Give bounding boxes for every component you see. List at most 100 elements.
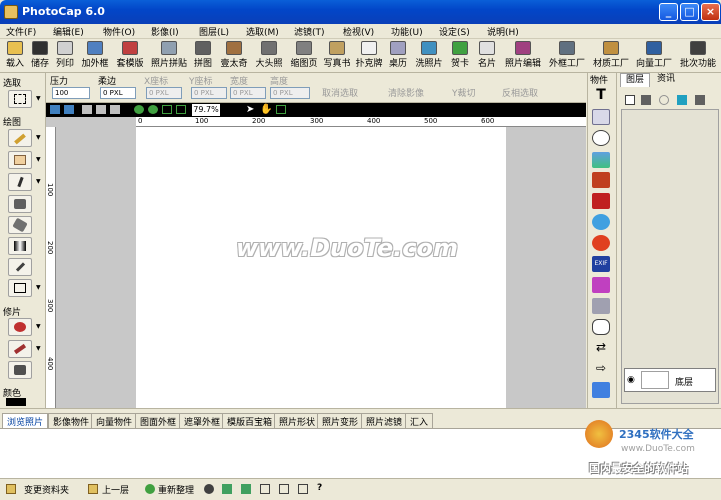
star-icon[interactable] [592,382,610,398]
close-button[interactable]: × [701,3,720,21]
tab-browse-photos[interactable]: 浏览照片 [2,413,49,428]
tab-photo-filters[interactable]: 照片滤镜 [361,413,408,428]
decoration-icon[interactable] [592,193,610,209]
photo-book-button[interactable]: 写真书 [320,39,354,73]
exif-icon[interactable]: EXIF [592,256,610,272]
canvas-paper[interactable] [136,127,506,408]
zoom-out-icon[interactable] [148,105,158,114]
menu-edit[interactable]: 编辑(E) [53,25,84,38]
new-layer-icon[interactable] [625,95,635,105]
chevron-down-icon[interactable]: ▼ [36,284,41,291]
arrow-right-icon[interactable]: ⇨ [592,361,610,377]
zoom-level[interactable]: 79.7% [192,104,220,116]
x-coord-input[interactable]: 0 PXL [146,87,182,99]
help-icon[interactable]: ? [317,483,322,493]
gradient-tool[interactable] [8,237,32,255]
lock-icon[interactable] [659,95,669,105]
magnifier-icon[interactable] [592,214,610,230]
crosshair-icon[interactable] [276,105,286,114]
photo-frame-icon[interactable] [592,172,610,188]
frame-factory-button[interactable]: 外框工厂 [546,39,588,73]
tab-frame-borders[interactable]: 图面外框 [135,413,182,428]
tab-photo-warp[interactable]: 照片变形 [317,413,364,428]
fit-window-icon[interactable] [162,105,172,114]
camera-icon[interactable] [204,484,214,494]
tab-image-objects[interactable]: 影像物件 [48,413,95,428]
clone-tool[interactable] [8,361,32,379]
maximize-button[interactable]: □ [680,3,699,21]
vector-factory-button[interactable]: 向量工厂 [633,39,675,73]
brush-tool[interactable] [8,173,32,191]
pressure-input[interactable]: 100 [52,87,90,99]
puzzle-button[interactable]: 拼图 [191,39,215,73]
refresh-button[interactable]: 重新整理 [158,483,194,496]
red-eye-tool[interactable] [8,318,32,336]
actual-size-icon[interactable] [176,105,186,114]
stamp-tool[interactable] [8,195,32,213]
sort-desc-icon[interactable] [241,484,251,494]
calendar-button[interactable]: 桌历 [386,39,410,73]
menu-view[interactable]: 检视(V) [343,25,374,38]
undo-icon[interactable] [50,105,60,114]
up-level-button[interactable]: 上一层 [102,483,129,496]
heal-brush-tool[interactable] [8,340,32,358]
print-photo-button[interactable]: 洗照片 [412,39,446,73]
menu-select[interactable]: 选取(M) [246,25,279,38]
sort-icon[interactable] [222,484,232,494]
poker-card-button[interactable]: 扑克牌 [354,39,384,73]
menu-object[interactable]: 物件(O) [103,25,135,38]
rect-select-tool[interactable] [8,90,32,108]
montage-button[interactable]: 壹太奇 [217,39,251,73]
word-art-icon[interactable] [592,130,610,146]
feather-input[interactable]: 0 PXL [100,87,136,99]
image-icon[interactable] [592,152,610,168]
view-large-icon[interactable] [298,484,308,494]
menu-function[interactable]: 功能(U) [391,25,423,38]
batch-button[interactable]: 批次功能 [677,39,719,73]
pointer-icon[interactable]: ➤ [246,104,254,115]
change-folder-button[interactable]: 变更资料夹 [24,483,69,496]
tab-template-box[interactable]: 模版百宝箱 [222,413,278,428]
thumbnail-page-button[interactable]: 缩图页 [287,39,321,73]
layer-item[interactable]: ◉ 底层 [624,368,716,392]
height-input[interactable]: 0 PXL [270,87,310,99]
tab-layers[interactable]: 图层 [620,73,650,87]
paste-icon[interactable] [110,105,120,114]
menu-filter[interactable]: 滤镜(T) [294,25,325,38]
menu-layer[interactable]: 图层(L) [199,25,229,38]
photo-edit-button[interactable]: 照片编辑 [502,39,544,73]
invert-selection-button[interactable]: 反相选取 [502,86,538,99]
tab-info[interactable]: 资讯 [651,73,681,87]
business-card-button[interactable]: 名片 [475,39,499,73]
text-tool-icon[interactable]: T [592,87,610,103]
delete-layer-icon[interactable] [641,95,651,105]
tab-mask-frames[interactable]: 遮罩外框 [179,413,226,428]
width-input[interactable]: 0 PXL [230,87,266,99]
chevron-down-icon[interactable]: ▼ [36,134,41,141]
eye-icon[interactable]: ◉ [627,375,635,385]
eraser-tool[interactable] [8,151,32,169]
hand-icon[interactable]: ✋ [260,104,272,115]
view-small-icon[interactable] [260,484,270,494]
chevron-down-icon[interactable]: ▼ [36,156,41,163]
speech-bubble-icon[interactable] [592,319,610,335]
tab-import[interactable]: 汇入 [405,413,434,428]
menu-help[interactable]: 说明(H) [487,25,519,38]
redo-icon[interactable] [64,105,74,114]
cut-icon[interactable] [96,105,106,114]
arrows-icon[interactable]: ⇄ [592,340,610,356]
save-button[interactable]: 储存 [28,39,52,73]
crop-button[interactable]: Y裁切 [452,86,476,99]
merge-layer-icon[interactable] [695,95,705,105]
clock-icon[interactable] [592,235,610,251]
zoom-in-icon[interactable] [134,105,144,114]
menu-file[interactable]: 文件(F) [6,25,36,38]
photo-collage-button[interactable]: 照片拼贴 [148,39,190,73]
apply-template-button[interactable]: 套模版 [113,39,147,73]
copy-icon[interactable] [82,105,92,114]
foreground-color-swatch[interactable] [6,398,26,406]
greeting-card-button[interactable]: 贺卡 [448,39,472,73]
pen-tool[interactable] [8,129,32,147]
tab-vector-objects[interactable]: 向量物件 [91,413,138,428]
calendar-object-icon[interactable] [592,298,610,314]
